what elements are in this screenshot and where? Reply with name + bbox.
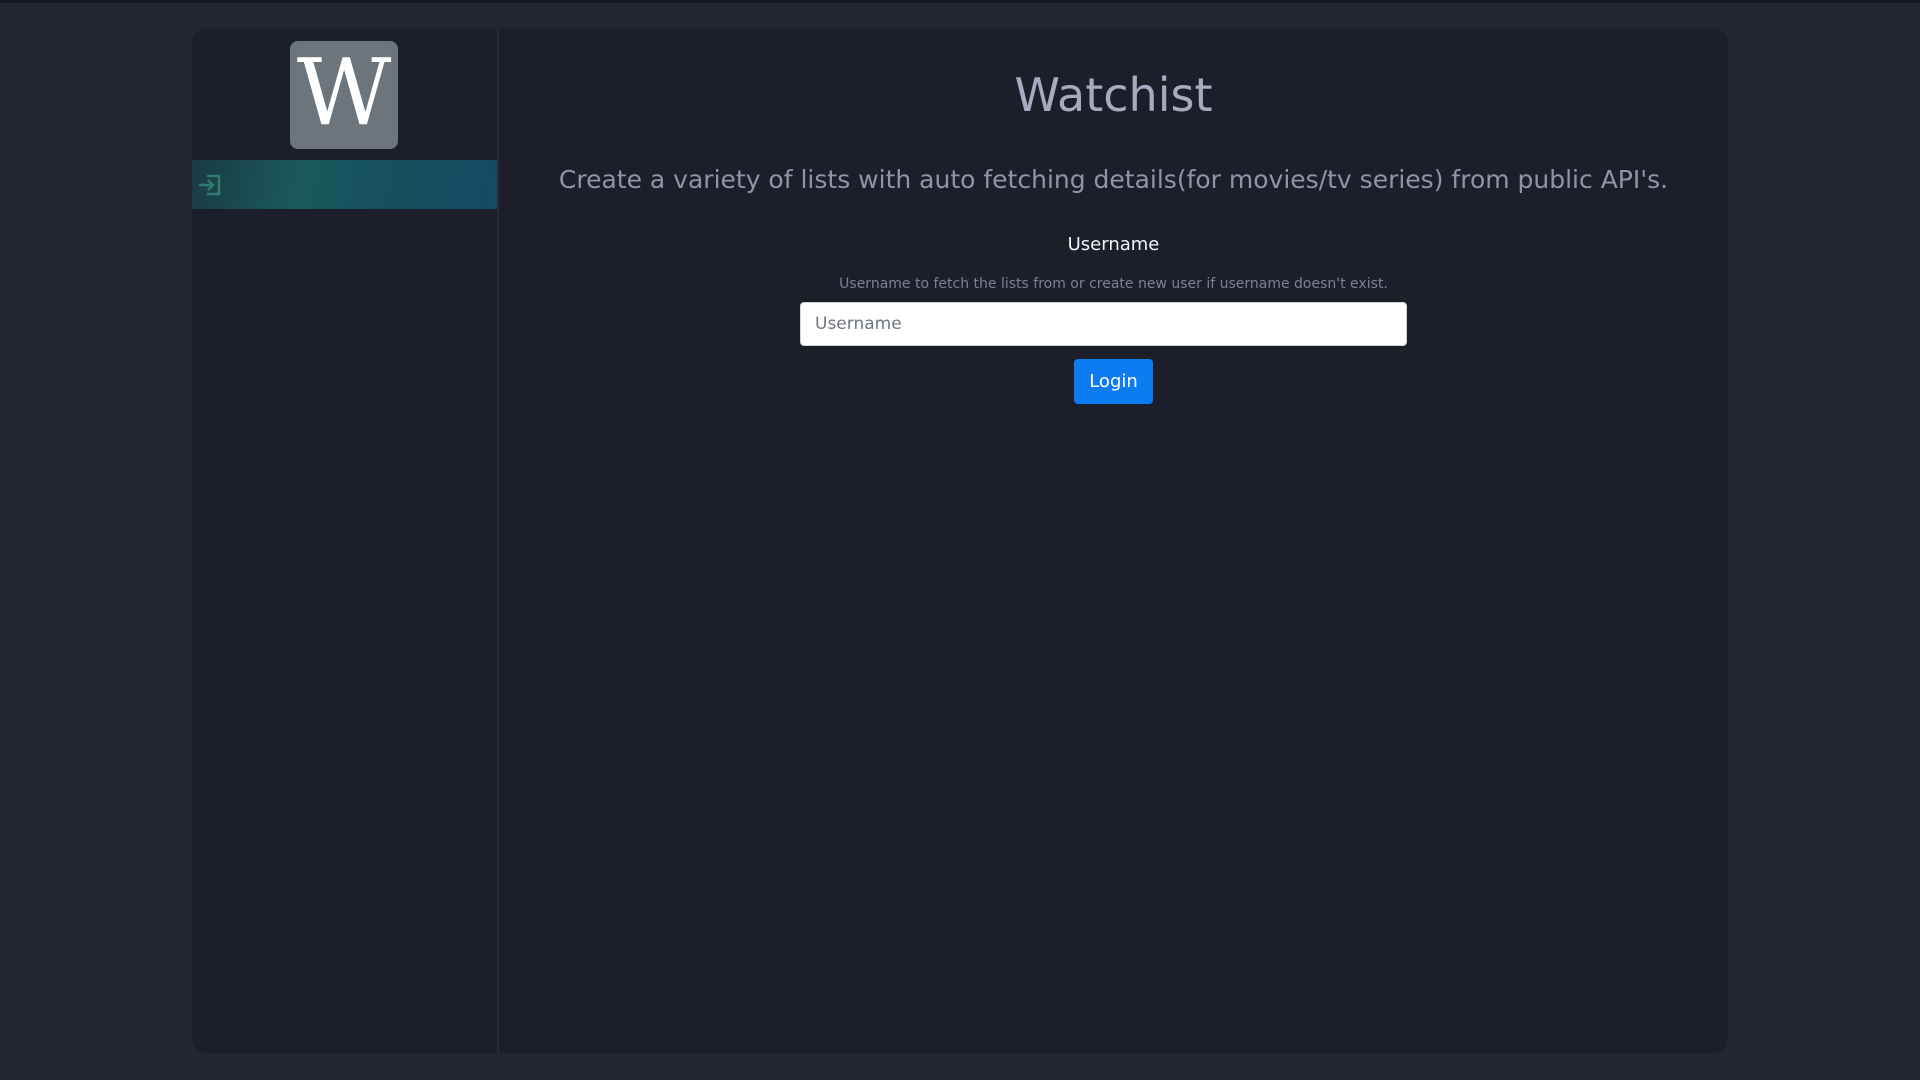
page-subtitle: Create a variety of lists with auto fetc…	[558, 165, 1669, 194]
page-title: Watchist	[1014, 68, 1213, 122]
login-icon	[197, 173, 223, 197]
sidebar-item-login[interactable]	[192, 160, 497, 209]
window-top-border	[0, 0, 1920, 3]
app-logo[interactable]: W	[290, 41, 398, 149]
logo-letter: W	[296, 39, 392, 146]
username-input[interactable]	[800, 302, 1407, 346]
app-panel: W Watchist Create a variety of lists wit…	[192, 28, 1728, 1053]
main-content: Watchist Create a variety of lists with …	[499, 28, 1728, 1053]
username-label: Username	[1067, 234, 1160, 255]
sidebar: W	[192, 28, 499, 1053]
login-button[interactable]: Login	[1074, 359, 1153, 404]
username-help-text: Username to fetch the lists from or crea…	[839, 276, 1388, 292]
